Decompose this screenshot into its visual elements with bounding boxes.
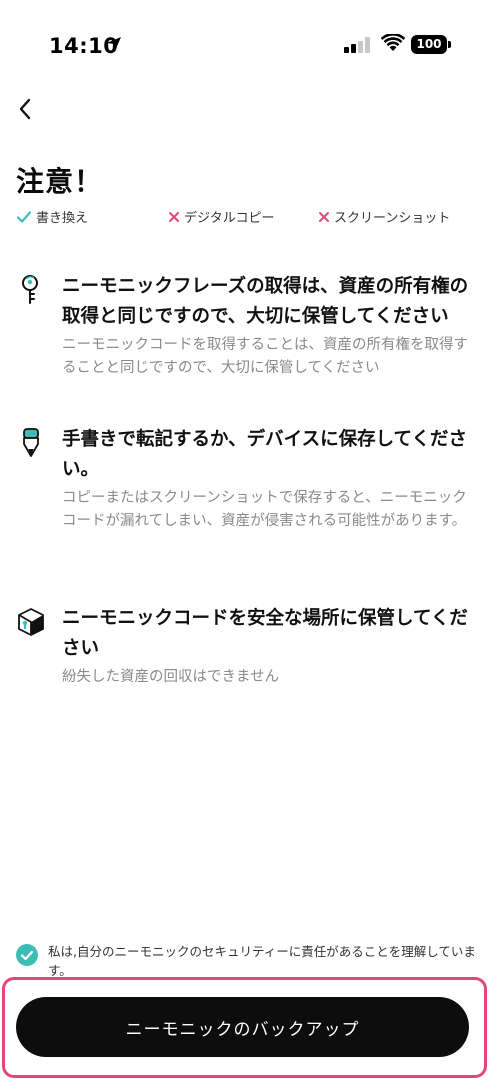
notice-description: ニーモニックコードを取得することは、資産の所有権を取得することと同じですので、大…	[62, 337, 468, 376]
notice-title: ニーモニックコードを安全な場所に保管してください	[62, 608, 468, 659]
pen-icon	[16, 427, 46, 459]
acknowledgment-text: 私は,自分のニーモニックのセキュリティーに責任があることを理解しています。	[48, 944, 476, 978]
battery-tip	[448, 41, 451, 48]
wifi-icon	[380, 32, 406, 56]
cellular-signal-icon	[344, 37, 374, 53]
badge-digital-copy-prohibited: デジタルコピー	[168, 207, 274, 226]
badge-label: スクリーンショット	[334, 211, 451, 226]
cross-icon	[169, 211, 179, 222]
chevron-left-icon	[19, 98, 31, 120]
location-arrow-icon	[106, 36, 122, 56]
notice-title: ニーモニックフレーズの取得は、資産の所有権の取得と同じですので、大切に保管してく…	[62, 276, 469, 327]
checkmark-circle-icon[interactable]	[16, 944, 38, 966]
acknowledgment-checkbox[interactable]: 私は,自分のニーモニックのセキュリティーに責任があることを理解しています。	[16, 942, 476, 982]
badge-label: 書き換え	[36, 211, 89, 226]
safe-box-icon	[16, 606, 46, 638]
badge-rewrite-allowed: 書き換え	[16, 207, 88, 226]
cross-icon	[319, 211, 329, 222]
status-bar: 14:10 100	[0, 0, 489, 90]
page-title: 注意！	[16, 165, 104, 198]
notice-ownership: ニーモニックフレーズの取得は、資産の所有権の取得と同じですので、大切に保管してく…	[16, 272, 476, 392]
notice-safe-storage: ニーモニックコードを安全な場所に保管してください 紛失した資産の回収はできません	[16, 604, 476, 694]
key-icon	[16, 274, 46, 306]
notice-description: 紛失した資産の回収はできません	[62, 669, 280, 685]
back-button[interactable]	[8, 92, 42, 126]
notice-description: コピーまたはスクリーンショットで保存すると、ニーモニックコードが漏れてしまい、資…	[62, 490, 467, 529]
badge-label: デジタルコピー	[184, 211, 275, 226]
backup-mnemonic-button[interactable]: ニーモニックのバックアップ	[16, 997, 469, 1057]
battery-icon: 100	[411, 35, 447, 54]
check-icon	[16, 210, 32, 223]
notice-handwrite: 手書きで転記するか、デバイスに保存してください。 コピーまたはスクリーンショット…	[16, 425, 476, 565]
notice-title: 手書きで転記するか、デバイスに保存してください。	[62, 429, 467, 480]
badge-screenshot-prohibited: スクリーンショット	[318, 207, 450, 226]
